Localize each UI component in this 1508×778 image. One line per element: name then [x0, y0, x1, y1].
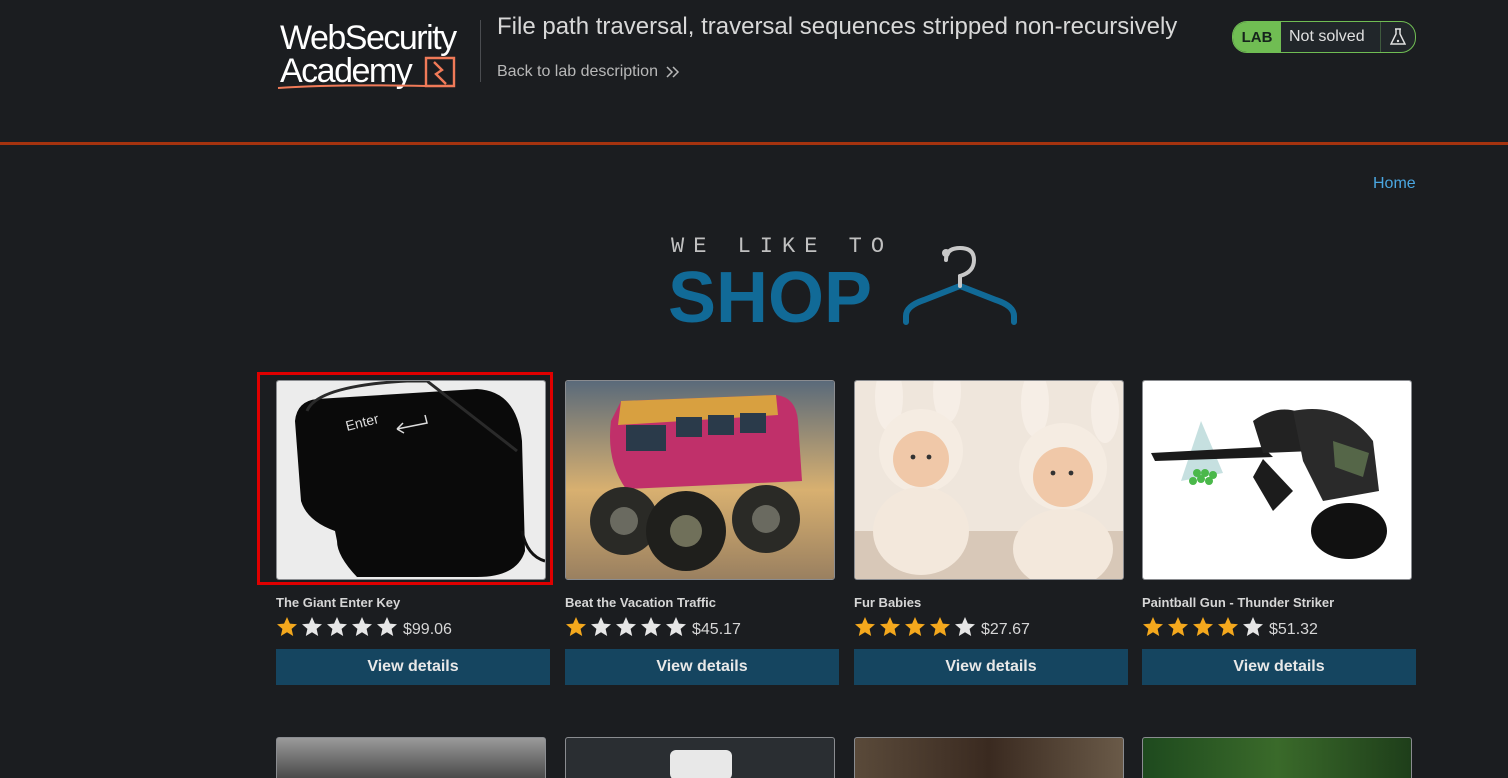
star-filled-icon: [277, 617, 297, 636]
view-details-button[interactable]: View details: [565, 649, 839, 685]
rating-stars: [276, 616, 401, 638]
product-rating: $45.17: [565, 615, 839, 639]
product-rating: $51.32: [1142, 615, 1416, 639]
rating-stars: [565, 616, 690, 638]
shop-word: SHOP: [668, 258, 872, 332]
we-like-to-shop-logo: WE LIKE TO SHOP: [668, 234, 1017, 332]
star-empty-icon: [302, 617, 322, 636]
logo-text-line2: Academy: [280, 52, 413, 90]
star-empty-icon: [1243, 617, 1263, 636]
product-image-partial[interactable]: [565, 737, 835, 778]
star-empty-icon: [591, 617, 611, 636]
star-filled-icon: [905, 617, 925, 636]
product-image-partial[interactable]: [276, 737, 546, 778]
home-link[interactable]: Home: [1373, 175, 1416, 193]
star-empty-icon: [352, 617, 372, 636]
product-image-partial[interactable]: [854, 737, 1124, 778]
hanger-icon: [903, 245, 1017, 325]
web-security-academy-logo[interactable]: WebSecurity Academy: [276, 18, 480, 94]
star-filled-icon: [855, 617, 875, 636]
product-card: Paintball Gun - Thunder Striker $51.32 V…: [1142, 380, 1416, 685]
star-empty-icon: [327, 617, 347, 636]
view-details-button[interactable]: View details: [276, 649, 550, 685]
lab-status-widget[interactable]: LAB Not solved: [1232, 21, 1416, 53]
product-image-fur-babies[interactable]: [854, 380, 1124, 580]
star-empty-icon: [955, 617, 975, 636]
product-image-giant-enter-key[interactable]: Enter: [276, 380, 546, 580]
top-header: WebSecurity Academy File path traversal,…: [0, 0, 1508, 145]
product-image-paintball-gun[interactable]: [1142, 380, 1412, 580]
product-card-partial: [854, 737, 1128, 778]
product-name: The Giant Enter Key: [276, 595, 401, 610]
product-name: Fur Babies: [854, 595, 922, 610]
star-filled-icon: [1143, 617, 1163, 636]
product-rating: $27.67: [854, 615, 1128, 639]
star-filled-icon: [880, 617, 900, 636]
product-name: Paintball Gun - Thunder Striker: [1142, 595, 1335, 610]
back-to-lab-description-link[interactable]: Back to lab description: [497, 63, 680, 81]
lab-flask-icon-wrapper[interactable]: [1380, 22, 1415, 52]
product-image-beat-the-vacation-traffic[interactable]: [565, 380, 835, 580]
shop-tagline: WE LIKE TO: [671, 234, 893, 259]
product-card-partial: [276, 737, 550, 778]
logo-divider: [480, 20, 481, 82]
product-card: Enter The Giant Enter Key $99.06 View de…: [276, 380, 550, 685]
star-empty-icon: [666, 617, 686, 636]
product-price: $51.32: [1269, 621, 1318, 638]
product-name: Beat the Vacation Traffic: [565, 595, 716, 610]
product-card: Beat the Vacation Traffic $45.17 View de…: [565, 380, 839, 685]
product-price: $99.06: [403, 621, 452, 638]
product-rating: $99.06: [276, 615, 550, 639]
star-filled-icon: [1193, 617, 1213, 636]
star-empty-icon: [616, 617, 636, 636]
logo-bolt-icon: [424, 56, 456, 88]
product-price: $45.17: [692, 621, 741, 638]
flask-icon: [1390, 28, 1406, 45]
star-empty-icon: [377, 617, 397, 636]
star-filled-icon: [1218, 617, 1238, 636]
view-details-button[interactable]: View details: [1142, 649, 1416, 685]
star-empty-icon: [641, 617, 661, 636]
product-image-partial[interactable]: [1142, 737, 1412, 778]
star-filled-icon: [1168, 617, 1188, 636]
view-details-button[interactable]: View details: [854, 649, 1128, 685]
product-card-partial: [1142, 737, 1416, 778]
lab-title: File path traversal, traversal sequences…: [497, 13, 1178, 40]
back-link-label: Back to lab description: [497, 63, 658, 80]
lab-status-text: Not solved: [1289, 28, 1365, 45]
product-card: Fur Babies $27.67 View details: [854, 380, 1128, 685]
star-filled-icon: [566, 617, 586, 636]
double-chevron-right-icon: [666, 66, 680, 78]
product-card-partial: [565, 737, 839, 778]
rating-stars: [1142, 616, 1267, 638]
product-price: $27.67: [981, 621, 1030, 638]
lab-badge: LAB: [1233, 22, 1281, 52]
rating-stars: [854, 616, 979, 638]
star-filled-icon: [930, 617, 950, 636]
